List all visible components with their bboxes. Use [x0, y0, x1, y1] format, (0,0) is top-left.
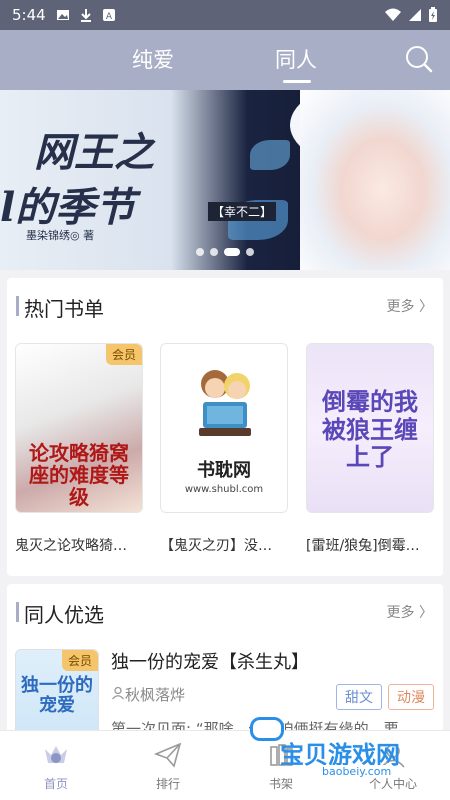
book-cover[interactable]: 书耽网 www.shubl.com — [160, 343, 288, 513]
app-notification-icon: A — [102, 9, 115, 22]
nav-label: 首页 — [43, 777, 68, 791]
banner-author: 墨染锦绣◎ 著 — [26, 229, 95, 242]
banner-title-line2: l的季节 — [0, 184, 136, 231]
banner-tag: 【幸不二】 — [208, 202, 277, 221]
banner-art-character — [300, 90, 450, 270]
carousel-dot[interactable] — [246, 248, 254, 256]
section-title: 同人优选 — [24, 603, 104, 627]
book-title[interactable]: [雷班/狼兔]倒霉… — [306, 535, 434, 555]
nav-ranking[interactable]: 排行 — [128, 737, 208, 792]
battery-icon — [429, 7, 437, 22]
carousel-dots — [196, 248, 254, 256]
genre-tag[interactable]: 甜文 — [336, 684, 382, 710]
featured-book-title[interactable]: 独一份的宠爱【杀生丸】 — [111, 648, 309, 674]
status-bar: 5:44 A — [0, 0, 450, 30]
crown-icon — [45, 746, 67, 763]
vip-badge: 会员 — [105, 344, 142, 365]
site-watermark: 宝贝游戏网 baobeiy.com — [250, 717, 430, 785]
watermark-url: baobeiy.com — [320, 765, 394, 778]
more-link[interactable]: 更多 〉 — [387, 296, 433, 316]
carousel-dot-active[interactable] — [224, 248, 240, 256]
tab-chunai[interactable]: 纯爱 — [132, 44, 174, 74]
section-accent-bar — [16, 602, 19, 622]
status-time: 5:44 — [12, 6, 46, 24]
reading-kids-illustration — [199, 370, 251, 436]
book-title[interactable]: 鬼灭之论攻略猗… — [15, 535, 143, 555]
search-icon[interactable] — [404, 44, 434, 74]
nav-label: 排行 — [155, 777, 180, 791]
carousel-dot[interactable] — [196, 248, 204, 256]
book-cover[interactable]: 会员 论攻略猗窝座的难度等级 — [15, 343, 143, 513]
book-card[interactable]: 倒霉的我被狼王缠上了 [雷班/狼兔]倒霉… — [306, 343, 434, 555]
section-title: 热门书单 — [24, 297, 104, 321]
nav-home[interactable]: 首页 — [16, 737, 96, 792]
book-card[interactable]: 书耽网 www.shubl.com 【鬼灭之刃】没… — [160, 343, 288, 555]
download-icon — [80, 9, 91, 22]
active-tab-indicator — [283, 80, 311, 83]
featured-book-author: 秋枫落烨 — [125, 686, 186, 704]
cover-title-art: 倒霉的我被狼王缠上了 — [322, 387, 418, 472]
genre-tag[interactable]: 动漫 — [388, 684, 434, 710]
tab-tongren[interactable]: 同人 — [275, 44, 317, 74]
book-title[interactable]: 【鬼灭之刃】没… — [160, 535, 288, 555]
wifi-icon — [385, 8, 401, 21]
cover-site-url: www.shubl.com — [184, 484, 264, 495]
butterfly-decoration — [250, 140, 290, 170]
gamepad-icon — [250, 717, 284, 741]
banner-carousel[interactable]: 网王之 l的季节 【幸不二】 墨染锦绣◎ 著 — [0, 90, 450, 270]
banner-title-line1: 网王之 — [34, 129, 154, 176]
image-notification-icon — [56, 10, 69, 20]
book-card[interactable]: 会员 论攻略猗窝座的难度等级 鬼灭之论攻略猗… — [15, 343, 143, 555]
book-cover[interactable]: 倒霉的我被狼王缠上了 — [306, 343, 434, 513]
cover-title-art: 独一份的宠爱 — [21, 675, 93, 716]
carousel-dot[interactable] — [210, 248, 218, 256]
hot-lists-section: 热门书单 更多 〉 会员 论攻略猗窝座的难度等级 鬼灭之论攻略猗… 书耽网 ww… — [7, 278, 443, 576]
more-link[interactable]: 更多 〉 — [387, 602, 433, 622]
author-icon — [112, 686, 124, 700]
status-right — [384, 7, 438, 23]
vip-badge: 会员 — [61, 650, 98, 671]
paper-plane-icon — [154, 742, 182, 768]
signal-icon — [409, 9, 421, 21]
svg-text:A: A — [106, 12, 113, 22]
cover-site-name: 书耽网 — [197, 460, 251, 481]
top-header: 纯爱 同人 — [0, 30, 450, 90]
section-accent-bar — [16, 296, 19, 316]
cover-title-art: 论攻略猗窝座的难度等级 — [29, 441, 129, 509]
